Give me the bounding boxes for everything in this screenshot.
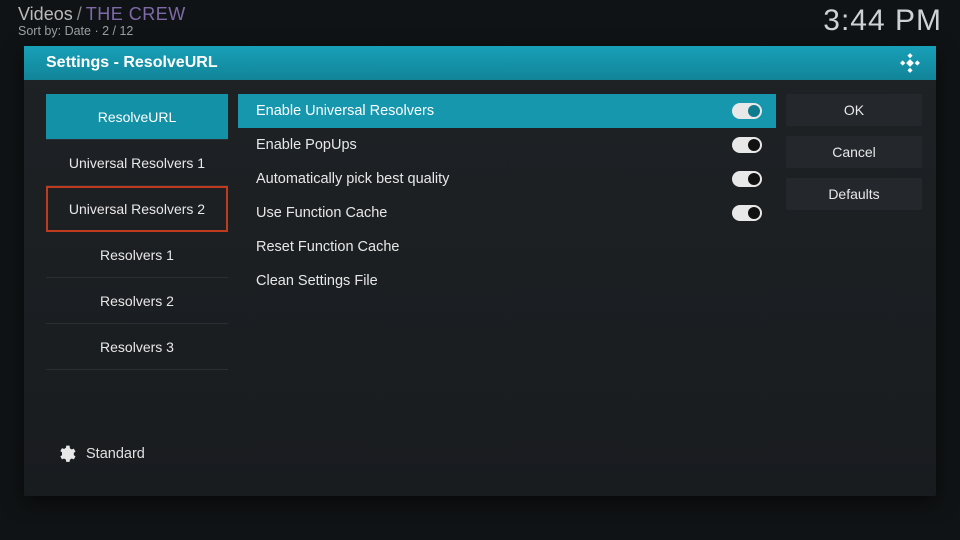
- sort-label: Sort by:: [18, 24, 61, 38]
- settings-level-label: Standard: [86, 446, 145, 462]
- settings-content: Enable Universal Resolvers Enable PopUps A…: [238, 94, 776, 482]
- gear-icon: [56, 444, 76, 464]
- breadcrumb-current[interactable]: THE CREW: [86, 4, 186, 24]
- setting-label: Clean Settings File: [256, 273, 378, 289]
- toggle-switch[interactable]: [732, 103, 762, 119]
- setting-row[interactable]: Clean Settings File: [238, 264, 776, 298]
- breadcrumb-section[interactable]: Videos: [18, 4, 73, 24]
- sidebar-item[interactable]: Universal Resolvers 1: [46, 140, 228, 186]
- cancel-button[interactable]: Cancel: [786, 136, 922, 168]
- position: 2 / 12: [102, 24, 133, 38]
- setting-label: Reset Function Cache: [256, 239, 399, 255]
- sidebar-item[interactable]: Resolvers 2: [46, 278, 228, 324]
- toggle-switch[interactable]: [732, 137, 762, 153]
- sub-sep: ·: [94, 24, 102, 38]
- defaults-button[interactable]: Defaults: [786, 178, 922, 210]
- setting-row[interactable]: Enable Universal Resolvers: [238, 94, 776, 128]
- settings-sidebar: ResolveURLUniversal Resolvers 1Universal…: [46, 94, 228, 482]
- clock: 3:44 PM: [823, 4, 942, 38]
- sidebar-item[interactable]: Universal Resolvers 2: [46, 186, 228, 232]
- settings-dialog: Settings - ResolveURL ResolveURLUniversa…: [24, 46, 936, 496]
- setting-row[interactable]: Automatically pick best quality: [238, 162, 776, 196]
- settings-level[interactable]: Standard: [46, 432, 228, 482]
- setting-row[interactable]: Enable PopUps: [238, 128, 776, 162]
- sidebar-item[interactable]: Resolvers 1: [46, 232, 228, 278]
- breadcrumb-sep: /: [73, 4, 86, 24]
- dialog-actions: OK Cancel Defaults: [786, 94, 922, 482]
- setting-row[interactable]: Use Function Cache: [238, 196, 776, 230]
- ok-button[interactable]: OK: [786, 94, 922, 126]
- setting-row[interactable]: Reset Function Cache: [238, 230, 776, 264]
- toggle-switch[interactable]: [732, 171, 762, 187]
- setting-label: Use Function Cache: [256, 205, 387, 221]
- breadcrumb: Videos/THE CREW: [18, 4, 186, 25]
- sidebar-item[interactable]: ResolveURL: [46, 94, 228, 140]
- dialog-body: ResolveURLUniversal Resolvers 1Universal…: [24, 80, 936, 496]
- breadcrumb-area: Videos/THE CREW Sort by: Date · 2 / 12: [18, 4, 186, 38]
- sidebar-item[interactable]: Resolvers 3: [46, 324, 228, 370]
- sort-value[interactable]: Date: [65, 24, 91, 38]
- dialog-header: Settings - ResolveURL: [24, 46, 936, 80]
- topbar: Videos/THE CREW Sort by: Date · 2 / 12 3…: [0, 0, 960, 38]
- dialog-title: Settings - ResolveURL: [46, 54, 218, 72]
- setting-label: Enable Universal Resolvers: [256, 103, 434, 119]
- setting-label: Enable PopUps: [256, 137, 357, 153]
- kodi-logo-icon: [898, 52, 922, 74]
- toggle-switch[interactable]: [732, 205, 762, 221]
- setting-label: Automatically pick best quality: [256, 171, 449, 187]
- sub-info: Sort by: Date · 2 / 12: [18, 24, 186, 38]
